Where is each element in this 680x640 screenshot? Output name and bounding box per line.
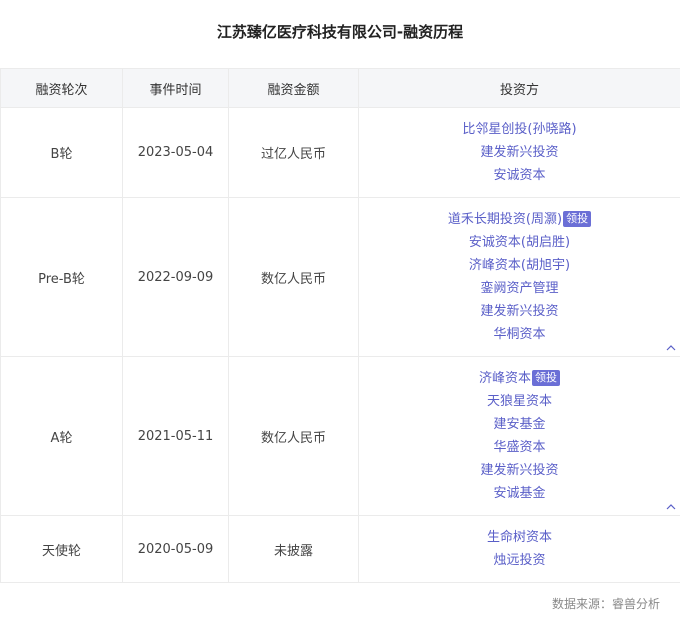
- investor-name: 建发新兴投资: [480, 463, 559, 478]
- cell-date: 2023-05-04: [122, 107, 229, 198]
- investor-link[interactable]: 安诚资本: [359, 164, 680, 187]
- investor-name: 銮阙资产管理: [480, 281, 559, 296]
- cell-date: 2020-05-09: [122, 515, 229, 583]
- investor-link[interactable]: 安诚基金: [359, 482, 680, 505]
- table-header-row: 融资轮次 事件时间 融资金额 投资方: [0, 68, 680, 108]
- cell-investors: 比邻星创投(孙晓路) 建发新兴投资 安诚资本: [358, 107, 680, 198]
- table-row: Pre-B轮 2022-09-09 数亿人民币 道禾长期投资(周灏) 领投 安诚资本(胡启…: [0, 197, 680, 357]
- lead-badge: 领投: [532, 370, 560, 386]
- table-row: A轮 2021-05-11 数亿人民币 济峰资本 领投 天狼星资本 建安基金 华盛资本 建发新兴…: [0, 356, 680, 516]
- data-source: 数据来源：睿兽分析: [551, 597, 660, 611]
- cell-amount: 数亿人民币: [228, 197, 359, 357]
- investor-name: 安诚基金: [493, 486, 546, 501]
- investor-link[interactable]: 烛远投资: [359, 549, 680, 572]
- header-date: 事件时间: [122, 68, 229, 108]
- header-round: 融资轮次: [0, 68, 123, 108]
- cell-date: 2021-05-11: [122, 356, 229, 516]
- investor-link[interactable]: 銮阙资产管理: [359, 277, 680, 300]
- cell-investors: 济峰资本 领投天狼星资本建安基金华盛资本建发新兴投资 安诚基金: [358, 356, 680, 516]
- investor-name: 建发新兴投资: [480, 304, 559, 319]
- investor-link[interactable]: 建发新兴投资: [359, 300, 680, 323]
- investor-link[interactable]: 济峰资本(胡旭宇): [359, 254, 680, 277]
- cell-investors: 道禾长期投资(周灏) 领投安诚资本(胡启胜) 济峰资本(胡旭宇) 銮阙资产管理 建发新兴…: [358, 197, 680, 357]
- cell-round: 天使轮: [0, 515, 123, 583]
- table-row: B轮 2023-05-04 过亿人民币 比邻星创投(孙晓路) 建发新兴投资 安诚资本: [0, 107, 680, 198]
- header-amount: 融资金额: [228, 68, 359, 108]
- investor-link[interactable]: 天狼星资本: [359, 390, 680, 413]
- investor-link[interactable]: 建发新兴投资: [359, 459, 680, 482]
- investor-link[interactable]: 华盛资本: [359, 436, 680, 459]
- investor-name: 建安基金: [493, 417, 546, 432]
- investor-name: 安诚资本: [493, 168, 546, 183]
- cell-round: A轮: [0, 356, 123, 516]
- cell-amount: 未披露: [228, 515, 359, 583]
- lead-badge: 领投: [563, 211, 592, 227]
- investor-link[interactable]: 济峰资本 领投: [359, 367, 680, 390]
- investor-link[interactable]: 道禾长期投资(周灏) 领投: [359, 208, 680, 231]
- investor-name: 生命树资本: [486, 530, 552, 545]
- investor-name: 道禾长期投资(周灏): [447, 212, 563, 227]
- cell-round: Pre-B轮: [0, 197, 123, 357]
- investor-link[interactable]: 华桐资本: [359, 323, 680, 346]
- investor-link[interactable]: 建安基金: [359, 413, 680, 436]
- investor-name: 建发新兴投资: [480, 145, 559, 160]
- investor-link[interactable]: 建发新兴投资: [359, 141, 680, 164]
- investor-name: 济峰资本(胡旭宇): [468, 258, 571, 273]
- chevron-up-icon[interactable]: [666, 344, 676, 352]
- header-investors: 投资方: [358, 68, 680, 108]
- chevron-up-icon[interactable]: [666, 503, 676, 511]
- investor-name: 华盛资本: [493, 440, 546, 455]
- investor-link[interactable]: 比邻星创投(孙晓路): [359, 118, 680, 141]
- investor-name: 安诚资本(胡启胜): [468, 235, 571, 250]
- investor-name: 华桐资本: [493, 327, 546, 342]
- cell-investors: 生命树资本 烛远投资: [358, 515, 680, 583]
- investor-name: 济峰资本: [478, 371, 531, 386]
- investor-name: 烛远投资: [493, 553, 546, 568]
- cell-amount: 过亿人民币: [228, 107, 359, 198]
- table-row: 天使轮 2020-05-09 未披露 生命树资本 烛远投资: [0, 515, 680, 583]
- page-title: 江苏臻亿医疗科技有限公司-融资历程: [216, 23, 464, 41]
- investor-name: 天狼星资本: [486, 394, 552, 409]
- cell-amount: 数亿人民币: [228, 356, 359, 516]
- investor-link[interactable]: 安诚资本(胡启胜): [359, 231, 680, 254]
- investor-link[interactable]: 生命树资本: [359, 526, 680, 549]
- financing-table: 融资轮次 事件时间 融资金额 投资方 B轮 2023-05-04 过亿人民币 比邻星创…: [0, 68, 680, 583]
- cell-date: 2022-09-09: [122, 197, 229, 357]
- investor-name: 比邻星创投(孙晓路): [462, 122, 577, 137]
- cell-round: B轮: [0, 107, 123, 198]
